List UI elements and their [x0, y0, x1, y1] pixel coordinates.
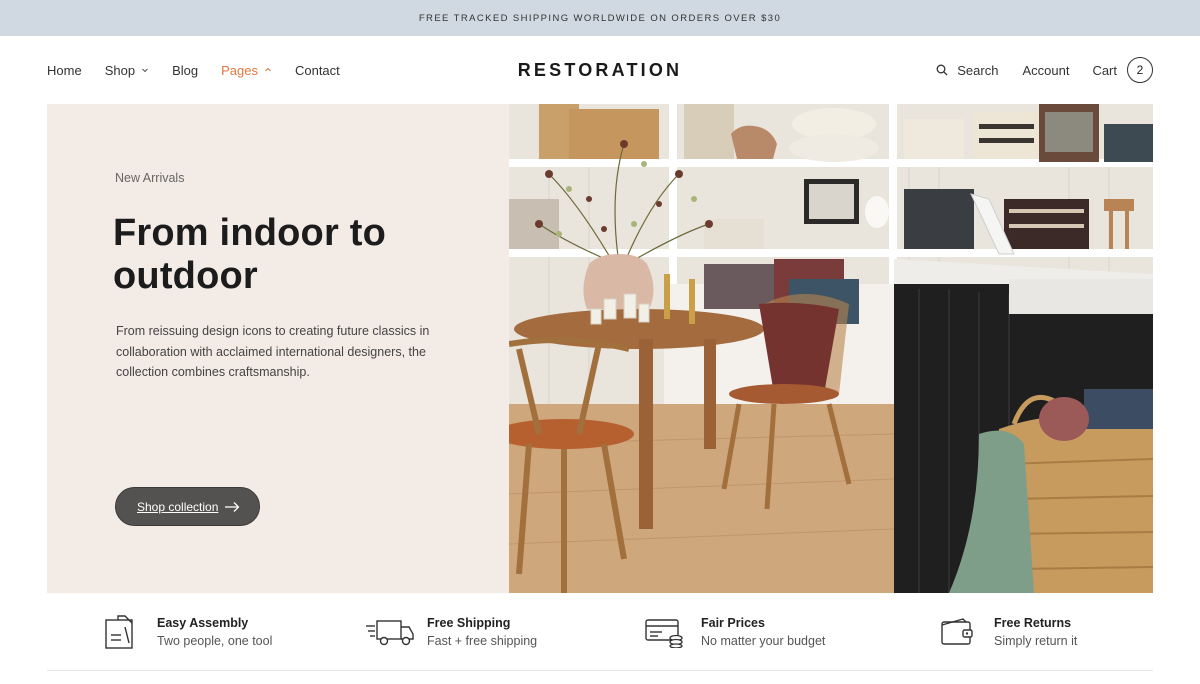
- chevron-up-icon: [265, 67, 271, 72]
- feature-free-returns: Free Returns Simply return it: [932, 593, 1077, 671]
- feature-title: Free Returns: [994, 616, 1072, 630]
- feature-fair-prices: Fair Prices No matter your budget: [639, 593, 825, 671]
- nav-pages-link[interactable]: Pages: [221, 63, 272, 78]
- hero-text-panel: New Arrivals From indoor to outdoor From…: [47, 104, 509, 593]
- nav-contact-link[interactable]: Contact: [295, 63, 340, 78]
- shop-collection-label: Shop collection: [137, 499, 219, 514]
- cart-link[interactable]: Cart: [1092, 63, 1117, 78]
- feature-subtitle: Simply return it: [994, 634, 1078, 648]
- assembly-icon: [95, 612, 145, 652]
- price-icon: [639, 612, 689, 652]
- truck-icon: [365, 612, 415, 652]
- feature-title: Free Shipping: [427, 616, 511, 630]
- chevron-down-icon: [142, 68, 148, 73]
- nav-shop-link[interactable]: Shop: [105, 63, 149, 78]
- nav-pages-label: Pages: [221, 62, 258, 78]
- arrow-right-icon: [225, 502, 240, 512]
- hero-description: From reissuing design icons to creating …: [116, 324, 430, 379]
- search-label: Search: [957, 62, 999, 78]
- header-actions: Search Account Cart 2: [936, 36, 1153, 104]
- search-link[interactable]: Search: [936, 63, 998, 78]
- hero-image: [509, 104, 1153, 593]
- features-bar: Easy Assembly Two people, one tool Free …: [47, 593, 1153, 671]
- site-header: Home Shop Blog Pages Contact RESTORATION…: [0, 36, 1200, 104]
- nav-home-link[interactable]: Home: [47, 63, 82, 78]
- wallet-icon: [932, 612, 982, 652]
- shop-collection-button[interactable]: Shop collection: [115, 487, 260, 526]
- interior-photo-illustration: [509, 104, 1153, 593]
- account-link[interactable]: Account: [1022, 63, 1069, 78]
- announcement-text: FREE TRACKED SHIPPING WORLDWIDE ON ORDER…: [418, 12, 782, 24]
- hero-eyebrow: New Arrivals: [115, 171, 185, 185]
- search-icon: [936, 64, 948, 76]
- cart-count-badge[interactable]: 2: [1127, 57, 1153, 83]
- feature-subtitle: Fast + free shipping: [427, 634, 538, 648]
- feature-subtitle: Two people, one tool: [157, 634, 273, 648]
- feature-subtitle: No matter your budget: [701, 634, 826, 648]
- feature-title: Fair Prices: [701, 616, 765, 630]
- announcement-bar: FREE TRACKED SHIPPING WORLDWIDE ON ORDER…: [0, 0, 1200, 36]
- feature-title: Easy Assembly: [157, 616, 249, 630]
- nav-shop-label: Shop: [104, 62, 136, 78]
- main-nav: Home Shop Blog Pages Contact: [47, 36, 340, 104]
- hero-title: From indoor to outdoor: [113, 212, 386, 297]
- feature-free-shipping: Free Shipping Fast + free shipping: [365, 593, 537, 671]
- site-logo[interactable]: RESTORATION: [518, 60, 683, 81]
- nav-blog-link[interactable]: Blog: [172, 63, 198, 78]
- feature-easy-assembly: Easy Assembly Two people, one tool: [95, 593, 272, 671]
